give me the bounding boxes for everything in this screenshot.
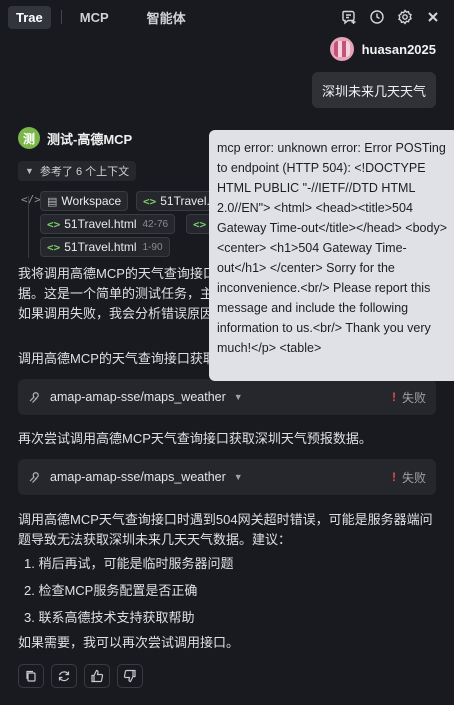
message-actions [18, 664, 143, 688]
status-label: 失败 [401, 470, 426, 485]
reference-chip-range: 42-76 [142, 218, 169, 230]
user-name: huasan2025 [361, 41, 436, 57]
tab-divider [60, 10, 62, 24]
chevron-down-icon: ▼ [25, 166, 34, 176]
agent-name: 测试-高德MCP [47, 131, 133, 147]
user-header: huasan2025 [329, 37, 436, 61]
status-label: 失败 [401, 390, 426, 405]
tool-call-status: ! 失败 [392, 379, 426, 415]
settings-icon[interactable] [396, 8, 414, 26]
references-toggle[interactable]: ▼ 参考了 6 个上下文 [18, 161, 137, 181]
agent-paragraph: 再次尝试调用高德MCP天气查询接口获取深圳天气预报数据。 [18, 431, 372, 446]
tool-call-name: amap-amap-sse/maps_weather [50, 390, 226, 404]
history-icon[interactable] [368, 8, 386, 26]
reference-chip-range: 1-90 [142, 241, 163, 253]
copy-icon[interactable] [18, 664, 44, 688]
tool-call-name: amap-amap-sse/maps_weather [50, 470, 226, 484]
close-icon[interactable] [424, 8, 442, 26]
code-ref-icon: </> [21, 193, 41, 206]
top-bar: Trae MCP 智能体 [0, 0, 454, 34]
error-icon: ! [391, 390, 396, 404]
new-chat-icon[interactable] [340, 8, 358, 26]
agent-avatar: 测 [18, 127, 40, 149]
error-tooltip: mcp error: unknown error: Error POSTing … [209, 130, 454, 381]
agent-paragraph: 如果需要，我可以再次尝试调用接口。 [18, 635, 240, 650]
reference-chip-label: 51Travel.html [64, 240, 137, 254]
agent-header: 测 测试-高德MCP [18, 127, 132, 149]
tool-call-status: ! 失败 [392, 459, 426, 495]
folder-icon: ▤ [47, 195, 58, 208]
reference-chip-label: 51Travel. [160, 194, 210, 208]
thumbs-down-icon[interactable] [117, 664, 143, 688]
reference-chip-file[interactable]: <> 51Travel.html 1-90 [40, 237, 170, 257]
code-icon: <> [47, 240, 61, 254]
tab-agents[interactable]: 智能体 [139, 4, 194, 31]
reference-chip-workspace[interactable]: ▤ Workspace [40, 191, 129, 211]
list-item: 3. 联系高德技术支持获取帮助 [24, 610, 195, 625]
reference-chip-file[interactable]: <> 51Travel. [136, 191, 216, 211]
regenerate-icon[interactable] [51, 664, 77, 688]
references-line [28, 196, 29, 258]
list-item: 1. 稍后再试，可能是临时服务器问题 [24, 556, 234, 571]
code-icon: <> [193, 217, 207, 231]
paragraph-line: 调用高德MCP天气查询接口时遇到504网关超时错误，可能是服务器端问 [18, 512, 433, 527]
list-item: 2. 检查MCP服务配置是否正确 [24, 583, 198, 598]
code-icon: <> [47, 217, 61, 231]
tab-mcp[interactable]: MCP [72, 6, 117, 29]
user-message: 深圳未来几天天气 [311, 72, 436, 108]
reference-chip-file[interactable]: <> 51Travel.html 42-76 [40, 214, 176, 234]
error-icon: ! [391, 470, 396, 484]
chevron-down-icon: ▼ [233, 392, 243, 402]
tool-call-card[interactable]: amap-amap-sse/maps_weather ▼ ! 失败 [18, 459, 436, 495]
tool-call-card[interactable]: amap-amap-sse/maps_weather ▼ ! 失败 [18, 379, 436, 415]
code-icon: <> [143, 194, 157, 208]
mcp-tool-icon [28, 470, 42, 484]
agent-paragraph: 调用高德MCP天气查询接口时遇到504网关超时错误，可能是服务器端问 题导致无法… [18, 510, 438, 550]
suggestion-list: 1. 稍后再试，可能是临时服务器问题 2. 检查MCP服务配置是否正确 3. 联… [24, 554, 233, 635]
tab-trae[interactable]: Trae [8, 5, 51, 29]
paragraph-line: 题导致无法获取深圳未来几天天气数据。建议： [18, 532, 292, 547]
reference-chip-label: 51Travel.html [64, 217, 137, 231]
user-avatar [329, 37, 354, 61]
top-actions [340, 8, 442, 26]
chevron-down-icon: ▼ [233, 472, 243, 482]
reference-chip-label: Workspace [61, 194, 122, 208]
references-label: 参考了 6 个上下文 [39, 166, 130, 178]
mcp-tool-icon [28, 390, 42, 404]
thumbs-up-icon[interactable] [84, 664, 110, 688]
